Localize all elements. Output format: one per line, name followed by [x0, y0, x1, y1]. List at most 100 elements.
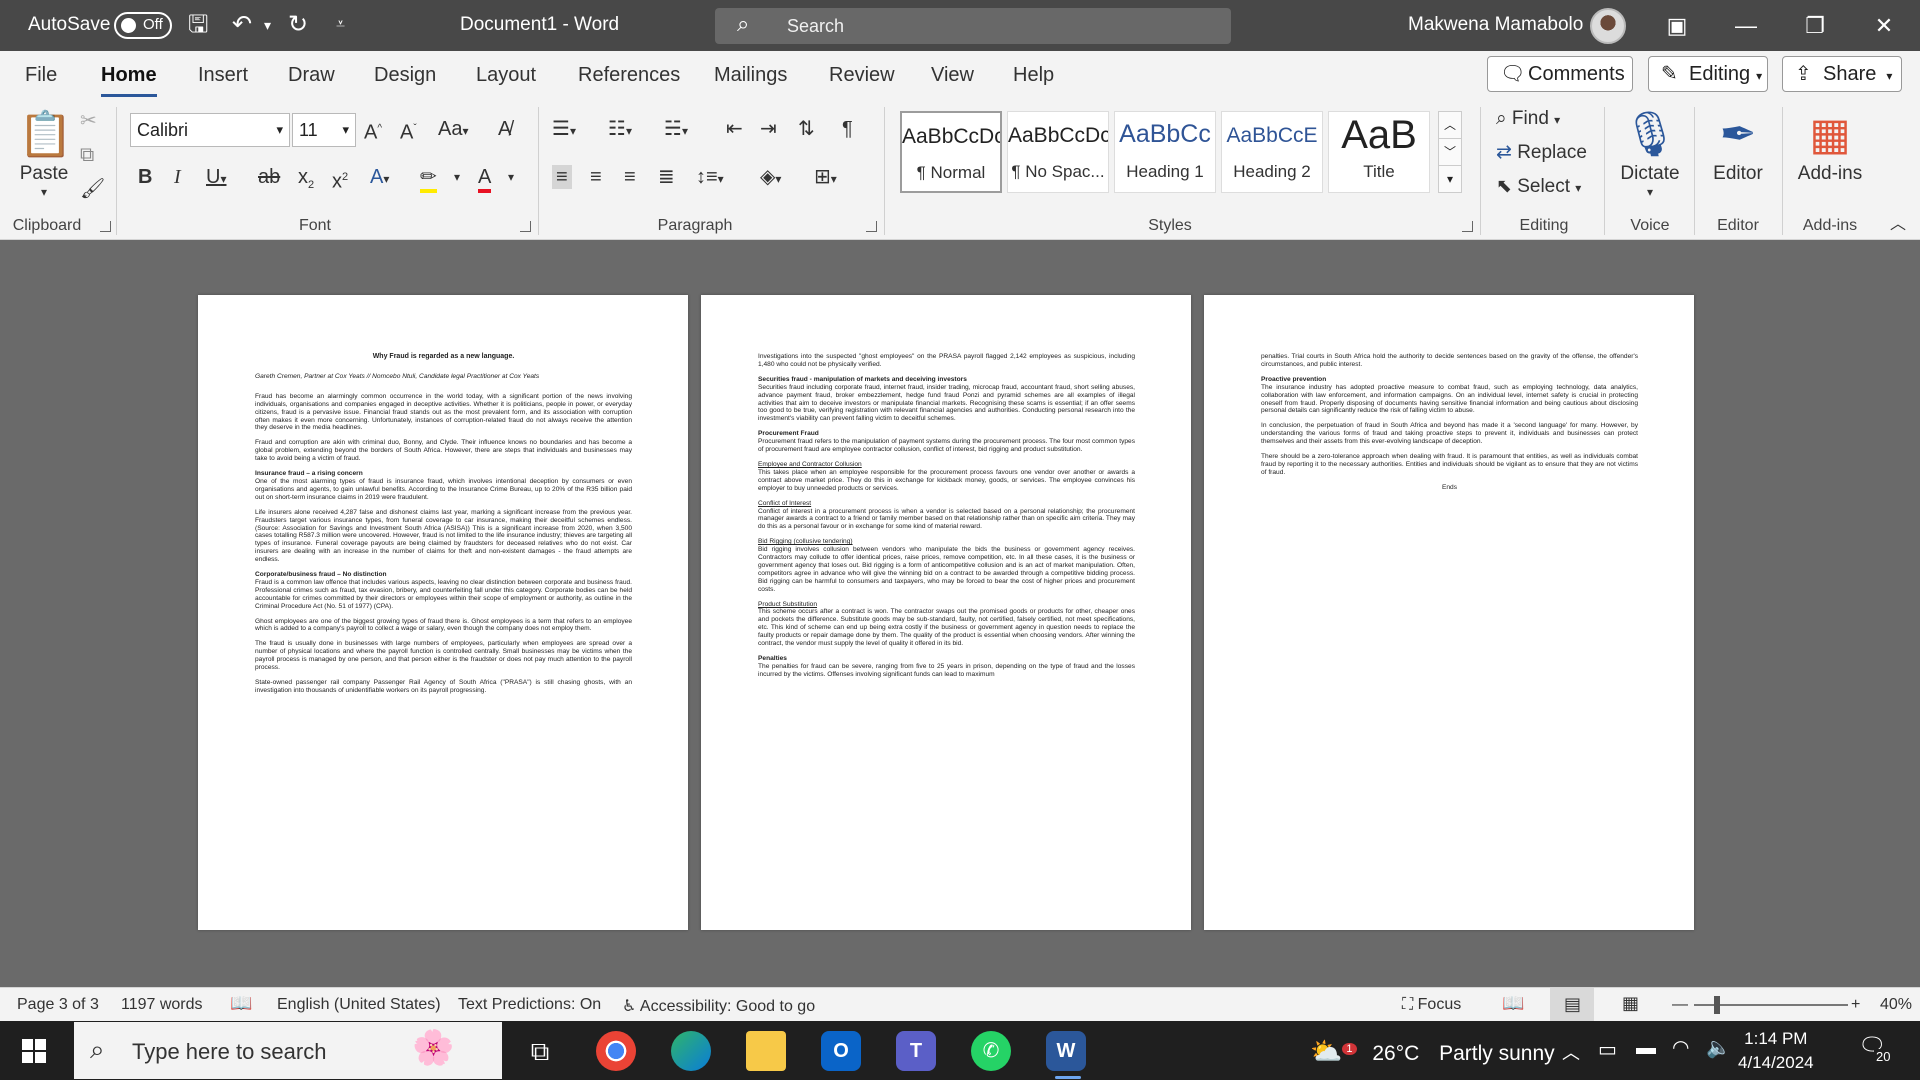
- style-normal[interactable]: AaBbCcDc ¶ Normal: [900, 111, 1002, 193]
- edge-icon[interactable]: [671, 1031, 711, 1071]
- undo-dropdown-icon[interactable]: ▾: [264, 10, 271, 40]
- find-button[interactable]: ⌕ Find ▾: [1496, 107, 1560, 132]
- zoom-level[interactable]: 40%: [1880, 996, 1912, 1014]
- page-count[interactable]: Page 3 of 3: [17, 996, 99, 1014]
- select-button[interactable]: ⬉ Select ▾: [1496, 175, 1581, 200]
- addins-button[interactable]: ▦ Add-ins: [1790, 107, 1870, 185]
- tab-home[interactable]: Home: [101, 64, 157, 97]
- meet-now-icon[interactable]: ▭: [1598, 1037, 1617, 1062]
- bullets-icon[interactable]: ☰▾: [552, 117, 576, 143]
- notifications-button[interactable]: 🗨 20: [1858, 1033, 1893, 1067]
- align-left-icon[interactable]: ≡: [552, 165, 572, 189]
- line-spacing-icon[interactable]: ↕≡▾: [696, 165, 724, 191]
- strikethrough-icon[interactable]: ab: [258, 165, 280, 189]
- tab-view[interactable]: View: [931, 64, 974, 87]
- superscript-icon[interactable]: x2: [332, 165, 348, 194]
- web-layout-icon[interactable]: ▦: [1622, 993, 1639, 1014]
- customize-toolbar-icon[interactable]: ⩡: [336, 10, 345, 40]
- tab-mailings[interactable]: Mailings: [714, 64, 787, 87]
- word-icon[interactable]: W: [1046, 1031, 1086, 1071]
- taskbar-search[interactable]: ⌕ Type here to search 🌸: [74, 1022, 502, 1079]
- font-color-icon[interactable]: A: [478, 165, 492, 193]
- chevron-down-icon[interactable]: ﹀: [1439, 139, 1461, 166]
- tab-insert[interactable]: Insert: [198, 64, 248, 87]
- redo-icon[interactable]: ↻: [288, 10, 308, 40]
- align-right-icon[interactable]: ≡: [624, 165, 636, 189]
- bold-icon[interactable]: B: [138, 165, 152, 189]
- volume-icon[interactable]: 🔈: [1706, 1035, 1731, 1060]
- save-icon[interactable]: 🖫: [188, 10, 208, 40]
- style-heading-2[interactable]: AaBbCcE Heading 2: [1221, 111, 1323, 193]
- collapse-ribbon-icon[interactable]: ︿: [1890, 213, 1906, 237]
- accessibility-status[interactable]: ♿ Accessibility: Good to go: [622, 996, 815, 1016]
- chevron-down-icon[interactable]: ▾: [508, 165, 514, 189]
- close-icon[interactable]: ✕: [1864, 8, 1904, 44]
- clock[interactable]: 1:14 PM 4/14/2024: [1738, 1027, 1814, 1075]
- increase-indent-icon[interactable]: ⇥: [760, 117, 777, 141]
- justify-icon[interactable]: ≣: [658, 165, 675, 189]
- tab-review[interactable]: Review: [829, 64, 895, 87]
- font-size-select[interactable]: 11 ▾: [292, 113, 356, 147]
- shading-icon[interactable]: ◈▾: [760, 165, 781, 191]
- word-count[interactable]: 1197 words: [121, 996, 203, 1014]
- numbering-icon[interactable]: ☷▾: [608, 117, 632, 143]
- style-no-spacing[interactable]: AaBbCcDc ¶ No Spac...: [1007, 111, 1109, 193]
- dictate-button[interactable]: 🎙 Dictate ▾: [1614, 107, 1686, 199]
- more-styles-icon[interactable]: ▾: [1439, 166, 1461, 192]
- font-launcher-icon[interactable]: [520, 221, 531, 232]
- battery-icon[interactable]: ▬: [1636, 1037, 1656, 1060]
- windows-start-icon[interactable]: [22, 1039, 46, 1063]
- clear-formatting-icon[interactable]: A̸: [498, 117, 511, 141]
- wifi-icon[interactable]: ◠: [1672, 1035, 1689, 1060]
- title-search-box[interactable]: ⌕ Search: [715, 8, 1231, 44]
- editing-mode-button[interactable]: ✎ Editing ▾: [1648, 56, 1768, 92]
- comments-button[interactable]: 🗨 Comments: [1487, 56, 1633, 92]
- tab-references[interactable]: References: [578, 64, 680, 87]
- styles-scroll[interactable]: ︿ ﹀ ▾: [1438, 111, 1462, 193]
- document-page-3[interactable]: penalties. Trial courts in South Africa …: [1204, 295, 1694, 930]
- grow-font-icon[interactable]: A^: [364, 117, 382, 145]
- change-case-icon[interactable]: Aa▾: [438, 117, 469, 143]
- read-mode-icon[interactable]: 📖: [1502, 993, 1524, 1014]
- text-predictions[interactable]: Text Predictions: On: [458, 996, 601, 1014]
- tab-file[interactable]: File: [25, 64, 57, 87]
- style-heading-1[interactable]: AaBbCc Heading 1: [1114, 111, 1216, 193]
- copy-icon[interactable]: ⧉: [80, 143, 94, 167]
- print-layout-button[interactable]: ▤: [1550, 988, 1594, 1022]
- replace-button[interactable]: ⇄ Replace: [1496, 141, 1587, 165]
- task-view-icon[interactable]: ⧉: [520, 1031, 560, 1071]
- paragraph-launcher-icon[interactable]: [866, 221, 877, 232]
- clipboard-launcher-icon[interactable]: [100, 221, 111, 232]
- cut-icon[interactable]: ✂: [80, 109, 97, 133]
- document-page-1[interactable]: Why Fraud is regarded as a new language.…: [198, 295, 688, 930]
- zoom-out-icon[interactable]: —: [1672, 996, 1688, 1014]
- align-center-icon[interactable]: ≡: [590, 165, 602, 189]
- paste-button[interactable]: 📋 Paste ▾: [18, 107, 73, 199]
- teams-icon[interactable]: T: [896, 1031, 936, 1071]
- minimize-icon[interactable]: —: [1726, 8, 1766, 44]
- shrink-font-icon[interactable]: Aˇ: [400, 117, 417, 145]
- tab-layout[interactable]: Layout: [476, 64, 536, 87]
- zoom-in-icon[interactable]: +: [1851, 996, 1860, 1014]
- underline-icon[interactable]: U▾: [206, 165, 226, 191]
- ribbon-display-icon[interactable]: ▣: [1657, 8, 1697, 44]
- subscript-icon[interactable]: x2: [298, 165, 314, 197]
- format-painter-icon[interactable]: 🖌: [80, 177, 105, 201]
- zoom-slider-thumb[interactable]: [1714, 996, 1720, 1014]
- share-button[interactable]: ⇪ Share ▾: [1782, 56, 1902, 92]
- style-title[interactable]: AaB Title: [1328, 111, 1430, 193]
- tab-design[interactable]: Design: [374, 64, 436, 87]
- avatar[interactable]: [1590, 8, 1626, 44]
- whatsapp-icon[interactable]: ✆: [971, 1031, 1011, 1071]
- file-explorer-icon[interactable]: [746, 1031, 786, 1071]
- text-effects-icon[interactable]: A▾: [370, 165, 389, 191]
- tab-draw[interactable]: Draw: [288, 64, 335, 87]
- chrome-icon[interactable]: [596, 1031, 636, 1071]
- chevron-up-icon[interactable]: ︿: [1439, 112, 1461, 139]
- language[interactable]: English (United States): [277, 996, 441, 1014]
- autosave-toggle[interactable]: Off: [114, 12, 172, 39]
- restore-icon[interactable]: ❐: [1795, 8, 1835, 44]
- weather-widget[interactable]: ⛅ 1 26°C Partly sunny: [1310, 1036, 1555, 1067]
- font-name-select[interactable]: Calibri ▾: [130, 113, 290, 147]
- tab-help[interactable]: Help: [1013, 64, 1054, 87]
